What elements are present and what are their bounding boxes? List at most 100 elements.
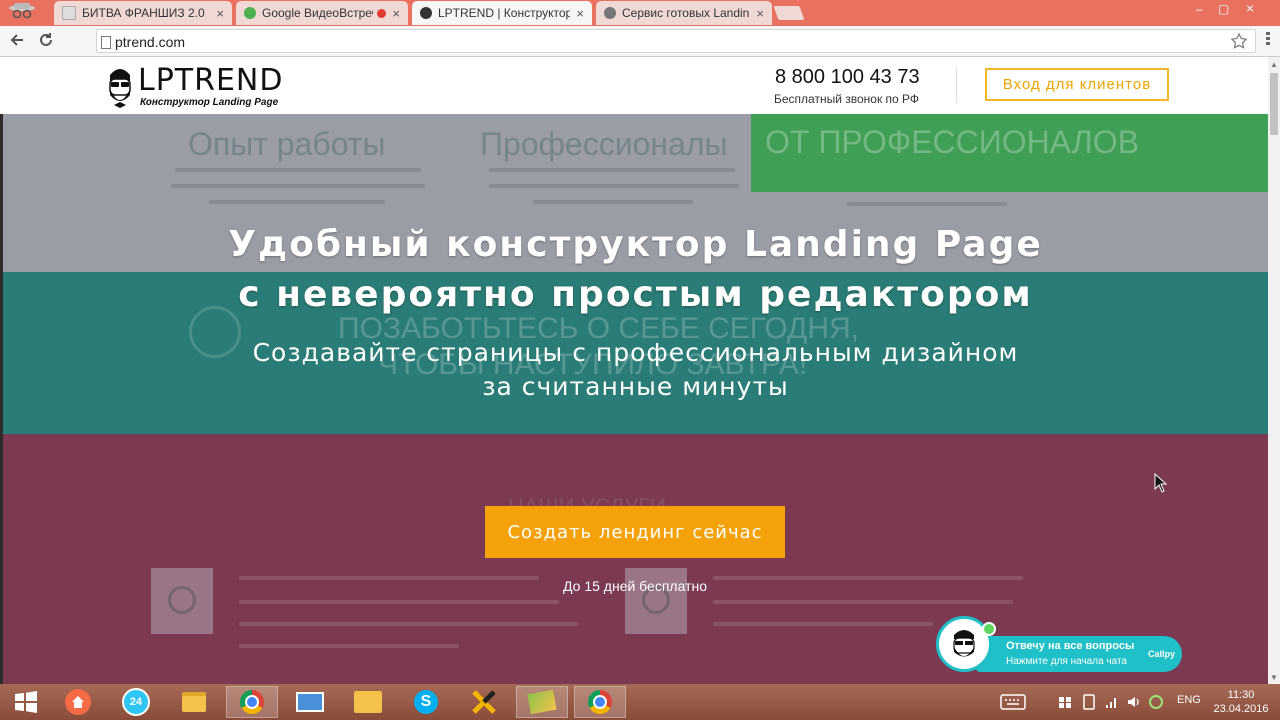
bg-text-line (847, 202, 1007, 206)
bg-text-line (239, 622, 579, 626)
lptrend-favicon-icon (420, 7, 432, 19)
volume-icon[interactable] (1126, 694, 1142, 710)
system-clock[interactable]: 11:30 23.04.2016 (1212, 688, 1270, 716)
scrollbar-thumb[interactable] (1270, 73, 1278, 135)
tab-title: Google ВидеоВстречи (262, 6, 374, 20)
file-explorer-icon (182, 692, 206, 712)
close-tab-icon[interactable]: × (216, 6, 224, 21)
logo-subtitle: Конструктор Landing Page (140, 97, 279, 108)
minimize-button[interactable]: – (1196, 2, 1203, 16)
client-login-button[interactable]: Вход для клиентов (985, 68, 1169, 101)
chrome-menu-icon[interactable] (1266, 32, 1270, 47)
bg-text-line (713, 600, 1013, 604)
input-language-indicator[interactable]: ENG (1177, 694, 1201, 706)
page-favicon-icon (604, 7, 616, 19)
tab-servis[interactable]: Сервис готовых Landing × (596, 1, 772, 25)
gallery-icon (527, 689, 557, 715)
tab-title: БИТВА ФРАНШИЗ 2.0 (82, 6, 205, 20)
keyboard-icon[interactable] (1000, 694, 1026, 710)
close-tab-icon[interactable]: × (576, 6, 584, 21)
bg-text-line (171, 184, 425, 188)
tab-title: Сервис готовых Landing (622, 6, 751, 20)
new-tab-button[interactable] (773, 6, 805, 20)
header-divider (956, 67, 957, 103)
scroll-down-icon[interactable]: ▼ (1270, 673, 1278, 682)
clock-time: 11:30 (1227, 689, 1255, 701)
taskbar-chrome-app[interactable] (226, 686, 278, 718)
hipster-logo-icon[interactable] (107, 65, 133, 109)
incognito-profile-icon[interactable] (4, 0, 40, 24)
chat-headline[interactable]: Отвечу на все вопросы (1006, 640, 1134, 652)
arrow-left-icon[interactable] (10, 33, 24, 47)
start-button[interactable] (0, 686, 52, 718)
mouse-cursor-icon (1154, 473, 1168, 493)
close-tab-icon[interactable]: × (392, 6, 400, 21)
device-tray-icon[interactable] (1082, 694, 1096, 710)
maximize-button[interactable]: ▢ (1218, 2, 1229, 16)
hero-subtitle-line2: за считанные минуты (482, 372, 789, 401)
sync-tray-icon[interactable] (1148, 694, 1164, 710)
chat-brand: Callpy (1148, 649, 1176, 659)
bg-text-line (533, 200, 693, 204)
create-landing-button[interactable]: Создать лендинг сейчас (485, 506, 785, 558)
taskbar-xmind-app[interactable] (458, 686, 510, 718)
logo-title[interactable]: LPTREND (138, 63, 283, 98)
close-tab-icon[interactable]: × (756, 6, 764, 21)
tab-google-meet[interactable]: Google ВидеоВстречи × (236, 1, 408, 25)
clock-date: 23.04.2016 (1213, 703, 1269, 715)
bg-text-line (175, 168, 421, 172)
bg-text-line (209, 200, 385, 204)
taskbar-skype-app[interactable]: S (400, 686, 452, 718)
chrome-icon (588, 690, 612, 714)
bg-text-line (239, 644, 459, 648)
tab-strip: БИТВА ФРАНШИЗ 2.0 × Google ВидеоВстречи … (0, 0, 1280, 26)
xmind-icon (472, 690, 496, 714)
chrome-icon (240, 690, 264, 714)
chat-widget[interactable]: Отвечу на все вопросы Нажмите для начала… (936, 616, 1182, 672)
recording-icon (377, 8, 387, 18)
reload-icon[interactable] (38, 32, 54, 48)
network-signal-icon[interactable] (1104, 694, 1120, 710)
tab-lptrend[interactable]: LPTREND | Конструктор л × (412, 1, 592, 25)
online-status-icon (982, 622, 996, 636)
page-scrollbar[interactable]: ▲ ▼ (1268, 57, 1280, 684)
taskbar-gallery-app[interactable] (516, 686, 568, 718)
taskbar-explorer-app[interactable] (168, 686, 220, 718)
page-favicon-icon (62, 6, 76, 20)
free-trial-note: До 15 дней бесплатно (563, 578, 707, 594)
phone-number[interactable]: 8 800 100 43 73 (775, 66, 920, 89)
tab-title: LPTREND | Конструктор л (438, 6, 571, 20)
tab-bitva[interactable]: БИТВА ФРАНШИЗ 2.0 × (54, 1, 232, 25)
bg-check-icon (151, 568, 213, 634)
taskbar-chrome-app-2[interactable] (574, 686, 626, 718)
bg-text-line (239, 600, 559, 604)
scroll-up-icon[interactable]: ▲ (1270, 60, 1278, 69)
hero-subtitle-line1: Создавайте страницы с профессиональным д… (252, 338, 1019, 367)
bookmark-star-icon[interactable] (1231, 33, 1247, 49)
phone-note: Бесплатный звонок по РФ (774, 92, 920, 106)
windows-flag-tray-icon[interactable] (1058, 695, 1072, 709)
chat-subline[interactable]: Нажмите для начала чата (1006, 656, 1127, 667)
skype-icon: S (414, 690, 438, 714)
taskbar-bitrix24-app[interactable]: 24 (110, 686, 162, 718)
close-window-button[interactable]: × (1246, 0, 1254, 16)
hero-section: Опыт работы Профессионалы ОТ ПРОФЕССИОНА… (3, 114, 1268, 684)
taskbar-folder-app[interactable] (342, 686, 394, 718)
bg-text-line (713, 622, 933, 626)
windows-taskbar: 24 S ENG 11:30 23.04.2016 (0, 684, 1280, 720)
folder-icon (354, 691, 382, 713)
taskbar-home-app[interactable] (52, 686, 104, 718)
taskbar-snipping-app[interactable] (284, 686, 336, 718)
scissors-icon (296, 692, 324, 712)
url-bar[interactable]: ptrend.com (96, 29, 1256, 53)
bg-text-line (489, 184, 739, 188)
windows-logo-icon (15, 691, 37, 713)
hangouts-favicon-icon (244, 7, 256, 19)
page-info-icon[interactable] (101, 36, 111, 49)
url-text[interactable]: ptrend.com (115, 34, 185, 50)
address-toolbar: ptrend.com (0, 26, 1280, 57)
site-header: LPTREND Конструктор Landing Page 8 800 1… (0, 57, 1268, 114)
hero-title-line1: Удобный конструктор Landing Page (228, 224, 1043, 265)
hero-title-line2: с невероятно простым редактором (238, 274, 1033, 315)
bg-heading-experience: Опыт работы (188, 126, 386, 162)
